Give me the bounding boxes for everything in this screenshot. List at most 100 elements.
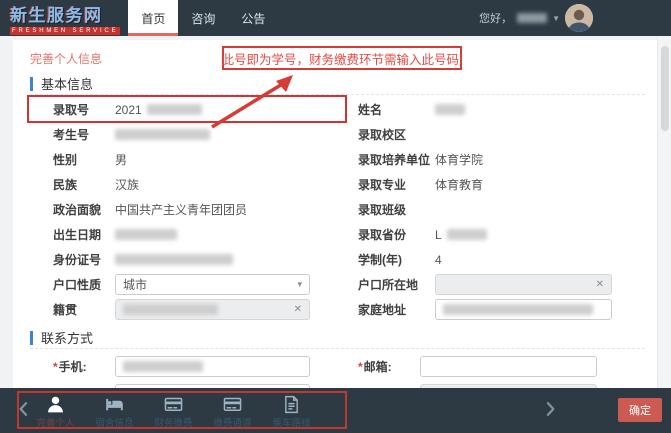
step-label: 乘车路线 [272,415,310,429]
avatar[interactable] [565,4,593,32]
field-value: 中国共产主义青年团团员 [115,201,247,218]
chevron-down-icon: ▼ [552,14,560,23]
field-value: 体育学院 [435,151,483,168]
greeting-text: 您好， [479,10,512,26]
field-row: 户口所在地 ✕ [358,272,626,297]
field-row: 户口性质城市▾ [53,272,353,297]
field-row: 考生号 [53,122,353,147]
required-asterisk: * [358,360,363,374]
document-icon [281,394,302,415]
bed-icon [104,394,125,415]
field-row: 民族汉族 [53,172,353,197]
field-value: 汉族 [115,176,139,193]
field-label: 家庭地址 [358,301,435,318]
field-label: 录取专业 [358,176,435,193]
chevron-down-icon: ▾ [297,279,302,290]
page-title: 完善个人信息 [30,50,102,67]
logo-chinese-text: 新生服务网 [10,1,120,26]
field-label: 录取班级 [358,201,435,218]
field-row: 政治面貌中国共产主义青年团团员 [53,197,353,222]
step-label: 财务缴费 [154,415,192,429]
redacted-value [115,254,233,265]
field-value: 2021 [115,103,142,117]
field-label: *邮箱: [358,358,420,375]
basic-fields-left: 录取号2021考生号性别男民族汉族政治面貌中国共产主义青年团团员出生日期身份证号… [53,97,353,322]
section-title: 联系方式 [41,328,93,347]
redacted-value [123,361,203,372]
field-label: 政治面貌 [53,201,115,218]
input-field[interactable] [115,356,310,377]
redacted-value [123,304,218,315]
field-row: 出生日期 [53,222,353,247]
redacted-value [443,304,593,315]
field-row: 录取专业体育教育 [358,172,626,197]
site-logo[interactable]: 新生服务网 FRESHMEN SERVICE [0,0,128,36]
nav-tabs: 首页咨询公告 [128,0,278,36]
input-field[interactable]: ✕ [115,299,310,320]
field-label: 出生日期 [53,226,115,243]
field-label: 录取培养单位 [358,151,435,168]
field-row: 家庭地址 [358,297,626,322]
field-row: *手机: [53,352,353,380]
field-row: 录取号2021 [53,97,353,122]
dropdown[interactable]: 城市▾ [115,274,310,295]
tab-home[interactable]: 首页 [128,0,178,36]
top-navbar: 新生服务网 FRESHMEN SERVICE 首页咨询公告 您好， ▼ [0,0,671,36]
divider [30,348,645,349]
scrollbar-thumb[interactable] [661,46,669,131]
input-field[interactable] [435,299,612,320]
confirm-button[interactable]: 确定 [618,398,662,422]
field-row: 录取培养单位体育学院 [358,147,626,172]
required-asterisk: * [53,360,58,374]
freshman-service-app: 新生服务网 FRESHMEN SERVICE 首页咨询公告 您好， ▼ 完善个人… [0,0,671,433]
field-label: *手机: [53,358,115,375]
step-label: 缴费通道 [213,415,251,429]
step-label: 宿舍信息 [95,415,133,429]
tab-notice[interactable]: 公告 [228,0,278,36]
input-field[interactable]: ✕ [435,274,612,295]
field-label: 姓名 [358,101,435,118]
toolbar-steps: 完善个人 宿舍信息 财务缴费 缴费通道 乘车路线 [26,392,321,429]
content-card: 完善个人信息 此号即为学号，财务缴费环节需输入此号码! 基本信息 录取号2021… [13,40,657,433]
card-icon [163,394,184,415]
section-header-basic: 基本信息 [30,74,93,93]
field-label: 性别 [53,151,115,168]
clear-icon[interactable]: ✕ [596,280,604,290]
toolbar-step-乘车路线[interactable]: 乘车路线 [262,392,321,429]
clear-icon[interactable]: ✕ [294,305,302,315]
tab-consult[interactable]: 咨询 [178,0,228,36]
redacted-value [435,104,465,115]
basic-fields-right: 姓名录取校区录取培养单位体育学院录取专业体育教育录取班级录取省份L学制(年)4户… [358,97,626,322]
logo-english-text: FRESHMEN SERVICE [10,27,120,35]
field-label: 考生号 [53,126,115,143]
toolbar-step-完善个人[interactable]: 完善个人 [26,392,85,429]
section-header-contact: 联系方式 [30,328,93,347]
redacted-value [147,104,202,115]
redacted-value [115,129,210,140]
field-label: 民族 [53,176,115,193]
field-row: 学制(年)4 [358,247,626,272]
field-value: L [435,228,442,242]
card-icon [222,394,243,415]
toolbar-step-宿舍信息[interactable]: 宿舍信息 [85,392,144,429]
field-row: 姓名 [358,97,626,122]
field-row: 性别男 [53,147,353,172]
field-row: 录取班级 [358,197,626,222]
toolbar-step-财务缴费[interactable]: 财务缴费 [144,392,203,429]
field-value: 男 [115,151,127,168]
toolbar-step-缴费通道[interactable]: 缴费通道 [203,392,262,429]
field-label: 户口所在地 [358,276,435,293]
field-row: 身份证号 [53,247,353,272]
redacted-value [447,229,487,240]
field-label: 录取号 [53,101,115,118]
input-field[interactable] [420,356,597,377]
field-label: 户口性质 [53,276,115,293]
field-label: 录取省份 [358,226,435,243]
vertical-scrollbar[interactable] [657,36,671,388]
chevron-right-icon[interactable] [540,399,560,419]
divider [30,94,645,95]
person-icon [45,394,66,415]
step-label: 完善个人 [36,415,74,429]
user-menu[interactable]: 您好， ▼ [479,0,671,36]
field-row: 录取校区 [358,122,626,147]
